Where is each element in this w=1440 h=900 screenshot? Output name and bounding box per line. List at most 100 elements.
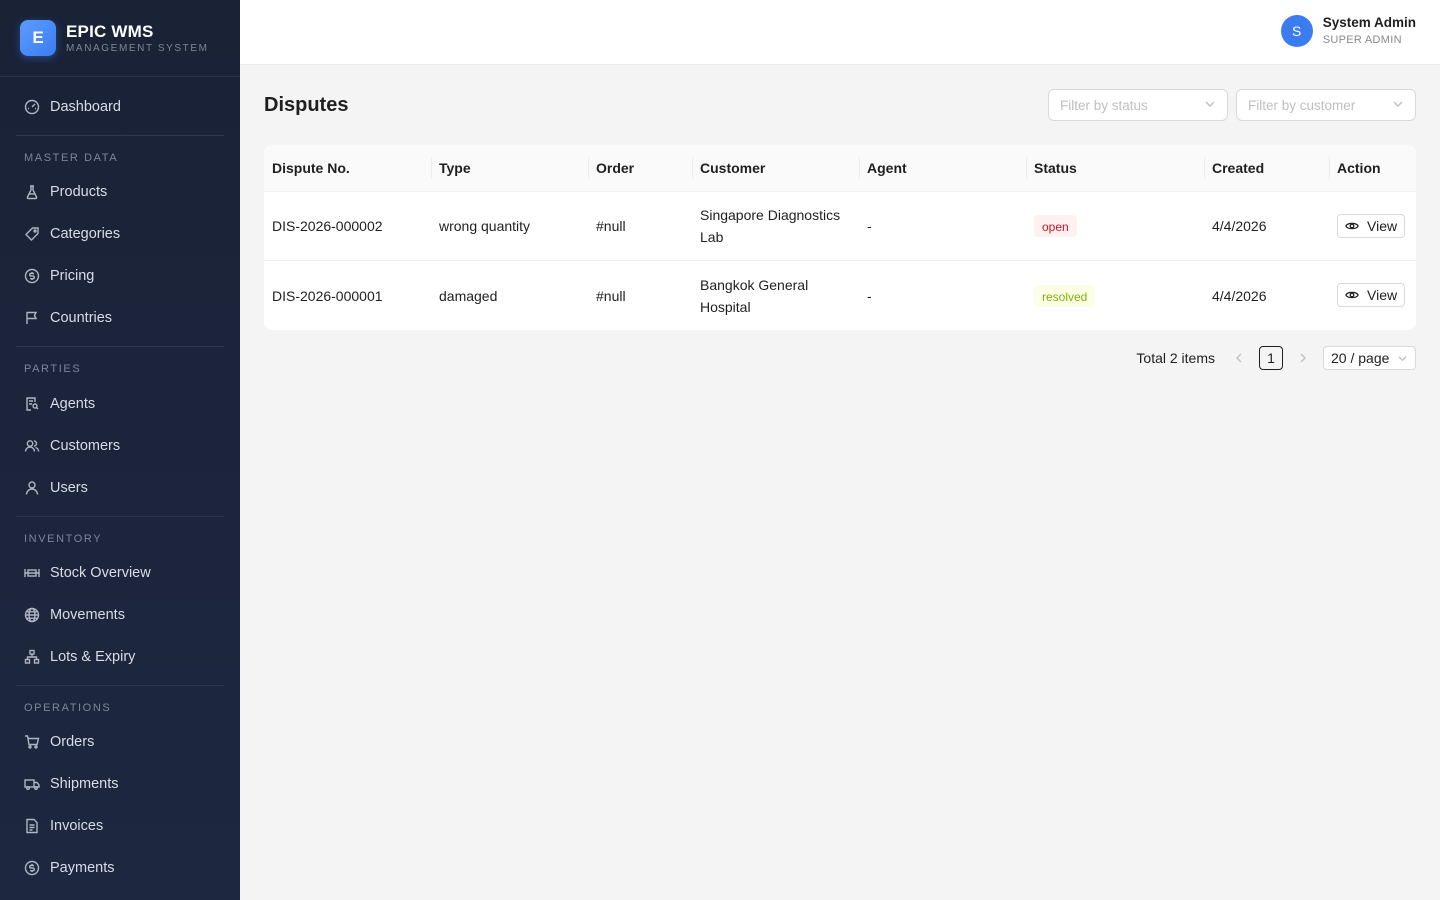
sidebar-item-label: Stock Overview [50, 565, 151, 581]
sidebar-item-label: Lots & Expiry [50, 649, 136, 665]
disputes-table: Dispute No. Type Order Customer Agent St… [264, 145, 1416, 330]
sidebar-item-countries[interactable]: Countries [0, 297, 240, 339]
chevron-down-icon [1398, 355, 1407, 361]
sidebar-item-categories[interactable]: Categories [0, 213, 240, 255]
user-name: System Admin [1322, 15, 1416, 30]
sidebar-item-label: Payments [50, 860, 115, 876]
sidebar: E EPIC WMS MANAGEMENT SYSTEM Dashboard M… [0, 0, 240, 900]
main-content: Disputes Filter by status Filter by cust… [264, 65, 1416, 370]
sidebar-item-label: Categories [50, 226, 121, 242]
pagination-total: Total 2 items [1136, 350, 1215, 366]
dashboard-icon [24, 99, 40, 115]
sidebar-item-label: Countries [50, 310, 113, 326]
sidebar-item-customers[interactable]: Customers [0, 425, 240, 467]
brand-subtitle: MANAGEMENT SYSTEM [66, 42, 209, 54]
view-button-label: View [1367, 217, 1398, 234]
sidebar-item-label: Invoices [50, 818, 104, 834]
agent-cell: - [867, 287, 872, 304]
section-title-parties: PARTIES [24, 363, 82, 375]
sidebar-item-label: Products [50, 184, 108, 200]
chevron-left-icon [1235, 353, 1242, 363]
order-cell: #null [596, 287, 626, 304]
avatar[interactable]: S [1280, 15, 1313, 47]
next-page-button[interactable] [1291, 346, 1315, 370]
sidebar-item-movements[interactable]: Movements [0, 594, 240, 636]
team-icon [24, 438, 40, 454]
chevron-down-icon [1204, 98, 1216, 113]
dispute-no-cell: DIS-2026-000002 [272, 218, 383, 234]
status-badge: resolved [1034, 284, 1096, 307]
customer-cell: Singapore Diagnostics Lab [700, 207, 841, 245]
sidebar-item-label: Movements [50, 607, 125, 623]
eye-icon [1345, 291, 1359, 299]
user-role: SUPER ADMIN [1322, 34, 1402, 46]
stock-icon [24, 565, 40, 581]
cart-icon [24, 734, 40, 750]
section-title-master-data: MASTER DATA [24, 152, 119, 164]
brand-logo: E [20, 20, 56, 56]
view-button-label: View [1367, 287, 1398, 303]
table-row[interactable]: DIS-2026-000002 wrong quantity #null Sin… [264, 192, 1416, 261]
sidebar-item-label: Users [50, 480, 88, 496]
sidebar-item-products[interactable]: Products [0, 171, 240, 213]
prev-page-button[interactable] [1227, 346, 1251, 370]
sidebar-item-agents[interactable]: Agents [0, 383, 240, 425]
created-cell: 4/4/2026 [1212, 218, 1267, 234]
column-header-action: Action [1329, 157, 1416, 179]
customer-filter-placeholder: Filter by customer [1248, 97, 1356, 113]
user-menu[interactable]: S System Admin SUPER ADMIN [1280, 14, 1416, 48]
sidebar-item-users[interactable]: Users [0, 467, 240, 509]
column-header-created: Created [1204, 157, 1329, 179]
page-size-label: 20 / page [1331, 350, 1390, 366]
dollar-icon [24, 268, 40, 284]
pagination: Total 2 items 1 20 / page [264, 346, 1416, 370]
dispute-no-cell: DIS-2026-000001 [272, 287, 383, 304]
sidebar-item-dashboard[interactable]: Dashboard [0, 86, 240, 128]
sidebar-item-lots-expiry[interactable]: Lots & Expiry [0, 636, 240, 678]
page-title: Disputes [264, 93, 349, 116]
sidebar-item-orders[interactable]: Orders [0, 721, 240, 763]
chevron-right-icon [1300, 353, 1307, 363]
column-header-order: Order [588, 157, 692, 179]
user-icon [24, 480, 40, 496]
sidebar-item-label: Orders [50, 734, 95, 750]
table-row[interactable]: DIS-2026-000001 damaged #null Bangkok Ge… [264, 261, 1416, 330]
sidebar-item-label: Agents [50, 396, 96, 412]
column-header-status: Status [1026, 157, 1204, 179]
globe-icon [24, 607, 40, 623]
top-header: S System Admin SUPER ADMIN [240, 0, 1440, 65]
sidebar-item-label: Shipments [50, 776, 119, 792]
file-icon [24, 818, 40, 834]
table-header: Dispute No. Type Order Customer Agent St… [264, 145, 1416, 192]
sidebar-item-label: Pricing [50, 268, 95, 284]
status-filter-placeholder: Filter by status [1060, 97, 1148, 113]
sidebar-item-payments[interactable]: Payments [0, 847, 240, 889]
section-title-operations: OPERATIONS [24, 702, 112, 714]
eye-icon [1345, 222, 1359, 229]
brand-title: EPIC WMS [66, 21, 154, 41]
dollar-icon [24, 860, 40, 876]
sidebar-item-label: Customers [50, 438, 121, 454]
view-button[interactable]: View [1337, 213, 1406, 238]
order-cell: #null [596, 218, 626, 234]
customer-cell: Bangkok General Hospital [700, 276, 809, 315]
sidebar-item-stock-overview[interactable]: Stock Overview [0, 552, 240, 594]
brand[interactable]: E EPIC WMS MANAGEMENT SYSTEM [0, 0, 240, 77]
sidebar-item-invoices[interactable]: Invoices [0, 805, 240, 847]
truck-icon [24, 776, 40, 792]
sidebar-item-shipments[interactable]: Shipments [0, 763, 240, 805]
column-header-agent: Agent [859, 157, 1026, 179]
agent-cell: - [867, 218, 872, 234]
section-title-inventory: INVENTORY [24, 533, 103, 545]
status-filter-select[interactable]: Filter by status [1048, 89, 1228, 121]
customer-filter-select[interactable]: Filter by customer [1236, 89, 1416, 121]
chevron-down-icon [1392, 98, 1404, 113]
page-number[interactable]: 1 [1259, 346, 1283, 370]
column-header-type: Type [431, 157, 588, 179]
sidebar-item-pricing[interactable]: Pricing [0, 255, 240, 297]
page-size-select[interactable]: 20 / page [1323, 346, 1416, 370]
status-badge: open [1034, 215, 1077, 237]
view-button[interactable]: View [1337, 283, 1406, 307]
tag-icon [24, 226, 40, 242]
cluster-icon [24, 649, 40, 665]
